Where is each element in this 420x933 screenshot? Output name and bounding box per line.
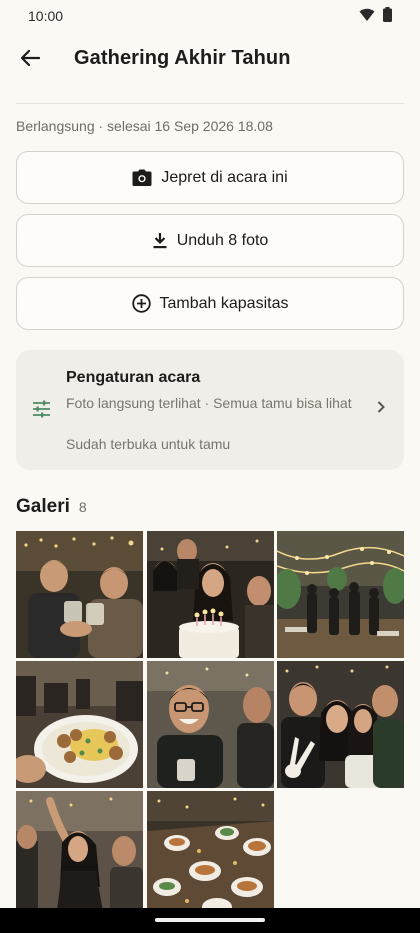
gallery-photo[interactable] <box>16 791 143 918</box>
status-time: 10:00 <box>28 8 64 24</box>
gallery-photo[interactable] <box>147 661 274 788</box>
page-title: Gathering Akhir Tahun <box>74 47 291 69</box>
gallery-photo[interactable] <box>16 531 143 658</box>
status-icons <box>359 7 392 25</box>
tune-icon <box>32 400 51 423</box>
capture-button[interactable]: Jepret di acara ini <box>16 151 404 204</box>
gallery-header: Galeri 8 <box>16 496 87 518</box>
gallery-photo[interactable] <box>147 791 274 918</box>
home-gesture-handle[interactable] <box>155 918 265 922</box>
download-button[interactable]: Unduh 8 foto <box>16 214 404 267</box>
add-capacity-label: Tambah kapasitas <box>159 294 289 312</box>
chevron-right-icon <box>376 400 386 419</box>
download-label: Unduh 8 foto <box>176 231 269 249</box>
gallery-photo[interactable] <box>277 531 404 658</box>
status-bar: 10:00 <box>0 0 420 32</box>
gallery-photo[interactable] <box>277 661 404 788</box>
add-capacity-button[interactable]: Tambah kapasitas <box>16 277 404 330</box>
app-bar: Gathering Akhir Tahun <box>0 36 420 84</box>
settings-open-status: Sudah terbuka untuk tamu <box>66 436 231 452</box>
event-settings-card[interactable]: Pengaturan acara Foto langsung terlihat … <box>16 350 404 470</box>
event-status: Berlangsung · selesai 16 Sep 2026 18.08 <box>16 118 273 134</box>
header-divider <box>16 103 404 104</box>
back-button[interactable] <box>10 40 50 80</box>
settings-title: Pengaturan acara <box>66 369 201 386</box>
settings-description: Foto langsung terlihat · Semua tamu bisa… <box>66 395 352 411</box>
gallery-count: 8 <box>78 499 87 515</box>
gallery-photo[interactable] <box>16 661 143 788</box>
arrow-back-icon <box>20 49 41 72</box>
battery-icon <box>383 7 392 25</box>
add-circle-icon <box>131 294 151 313</box>
system-navigation-bar <box>0 908 420 933</box>
wifi-icon <box>359 8 375 25</box>
camera-icon <box>132 169 152 187</box>
gallery-title: Galeri <box>16 496 70 517</box>
gallery-photo[interactable] <box>147 531 274 658</box>
capture-label: Jepret di acara ini <box>161 168 288 186</box>
download-icon <box>152 232 168 249</box>
